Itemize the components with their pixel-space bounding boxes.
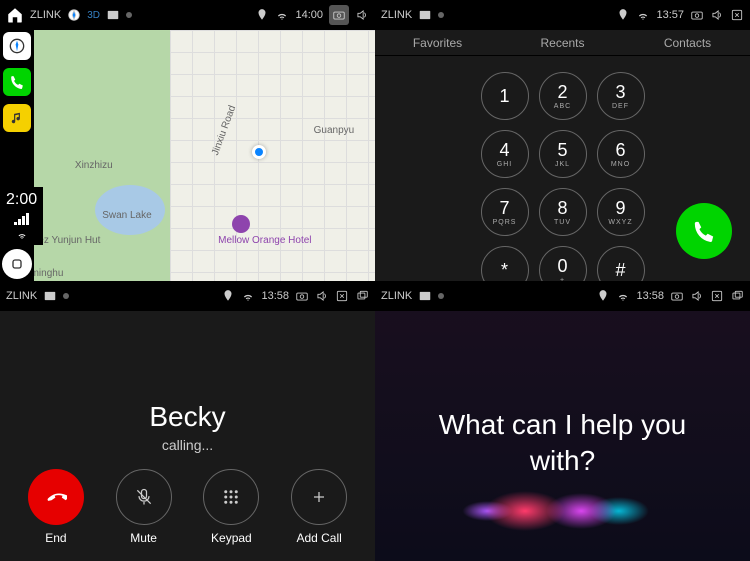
- statusbar: ZLINK 3D 14:00: [0, 0, 375, 30]
- label-xinzhizu: Xinzhizu: [75, 160, 113, 171]
- tab-contacts[interactable]: Contacts: [625, 30, 750, 55]
- caller-name: Becky: [0, 401, 375, 433]
- call-buttons: End Mute Keypad Add Call: [0, 469, 375, 545]
- key-9[interactable]: 9WXYZ: [597, 188, 645, 236]
- status-dot: [438, 12, 444, 18]
- add-call-button[interactable]: Add Call: [291, 469, 347, 545]
- picture-icon: [418, 8, 432, 22]
- location-icon: [221, 289, 235, 303]
- close-icon[interactable]: [730, 8, 744, 22]
- picture-icon: [43, 289, 57, 303]
- home-button[interactable]: [2, 249, 32, 279]
- status-dot: [126, 12, 132, 18]
- close-icon[interactable]: [335, 289, 349, 303]
- key-5[interactable]: 5JKL: [539, 130, 587, 178]
- key-1[interactable]: 1: [481, 72, 529, 120]
- location-icon: [596, 289, 610, 303]
- location-icon: [616, 8, 630, 22]
- side-clock: 2:00: [0, 187, 43, 245]
- clock: 14:00: [295, 9, 323, 21]
- volume-icon[interactable]: [710, 8, 724, 22]
- dock-music-icon[interactable]: [3, 104, 31, 132]
- signal-icon: [14, 213, 29, 225]
- camera-icon[interactable]: [690, 8, 704, 22]
- key-#[interactable]: #: [597, 246, 645, 281]
- home-icon[interactable]: [6, 6, 24, 24]
- dialer-tabs: Favorites Recents Contacts: [375, 30, 750, 56]
- label-minghu: minghu: [31, 268, 64, 279]
- clock: 13:57: [656, 9, 684, 21]
- wifi-icon: [275, 8, 289, 22]
- dialer-pane: ZLINK 13:57 Favorites Recents Contacts 1…: [375, 0, 750, 281]
- wifi-icon: [616, 289, 630, 303]
- dock-nav-icon[interactable]: [3, 32, 31, 60]
- clock: 13:58: [636, 290, 664, 302]
- multitask-icon[interactable]: [730, 289, 744, 303]
- tab-recents[interactable]: Recents: [500, 30, 625, 55]
- key-7[interactable]: 7PQRS: [481, 188, 529, 236]
- key-*[interactable]: *: [481, 246, 529, 281]
- siri-waveform: [375, 491, 750, 531]
- clock: 13:58: [261, 290, 289, 302]
- siri-pane: ZLINK 13:58 What can I help you with?: [375, 281, 750, 561]
- keypad-button[interactable]: Keypad: [203, 469, 259, 545]
- carplay-map-pane: ZLINK 3D 14:00 Jinxiu Road Xinzhizu Guan…: [0, 0, 375, 281]
- camera-icon[interactable]: [329, 5, 349, 25]
- volume-icon[interactable]: [355, 8, 369, 22]
- add-call-label: Add Call: [296, 531, 341, 545]
- camera-icon[interactable]: [670, 289, 684, 303]
- volume-icon[interactable]: [315, 289, 329, 303]
- mute-button[interactable]: Mute: [116, 469, 172, 545]
- keypad-label: Keypad: [211, 531, 252, 545]
- multitask-icon[interactable]: [355, 289, 369, 303]
- app-name: ZLINK: [381, 9, 412, 21]
- statusbar: ZLINK 13:57: [375, 0, 750, 30]
- wifi-icon: [241, 289, 255, 303]
- picture-icon: [106, 8, 120, 22]
- label-hotel: Mellow Orange Hotel: [218, 235, 311, 246]
- wifi-icon: [636, 8, 650, 22]
- mute-label: Mute: [130, 531, 157, 545]
- app-name: ZLINK: [30, 9, 61, 21]
- call-info: Becky calling...: [0, 401, 375, 453]
- wifi-icon: [15, 229, 29, 241]
- key-4[interactable]: 4GHI: [481, 130, 529, 178]
- nav-compass-icon: [67, 8, 81, 22]
- statusbar: ZLINK 13:58: [375, 281, 750, 311]
- camera-icon[interactable]: [295, 289, 309, 303]
- app-name: ZLINK: [6, 290, 37, 302]
- end-label: End: [45, 531, 66, 545]
- key-8[interactable]: 8TUV: [539, 188, 587, 236]
- end-call-button[interactable]: End: [28, 469, 84, 545]
- app-name: ZLINK: [381, 290, 412, 302]
- key-6[interactable]: 6MNO: [597, 130, 645, 178]
- tab-favorites[interactable]: Favorites: [375, 30, 500, 55]
- close-icon[interactable]: [710, 289, 724, 303]
- label-lake: Swan Lake: [102, 210, 151, 221]
- volume-icon[interactable]: [690, 289, 704, 303]
- side-clock-time: 2:00: [6, 191, 37, 209]
- key-0[interactable]: 0+: [539, 246, 587, 281]
- dock-phone-icon[interactable]: [3, 68, 31, 96]
- call-button[interactable]: [676, 203, 732, 259]
- label-guanpyu: Guanpyu: [314, 125, 355, 136]
- picture-icon: [418, 289, 432, 303]
- call-pane: ZLINK 13:58 Becky calling... End Mute Ke…: [0, 281, 375, 561]
- siri-prompt: What can I help you with?: [375, 407, 750, 480]
- status-dot: [63, 293, 69, 299]
- map-view[interactable]: Jinxiu Road Xinzhizu Guanpyu Swan Lake M…: [34, 30, 375, 281]
- location-icon: [255, 8, 269, 22]
- key-2[interactable]: 2ABC: [539, 72, 587, 120]
- nav-label: 3D: [87, 10, 100, 21]
- key-3[interactable]: 3DEF: [597, 72, 645, 120]
- statusbar: ZLINK 13:58: [0, 281, 375, 311]
- status-dot: [438, 293, 444, 299]
- call-status: calling...: [0, 437, 375, 453]
